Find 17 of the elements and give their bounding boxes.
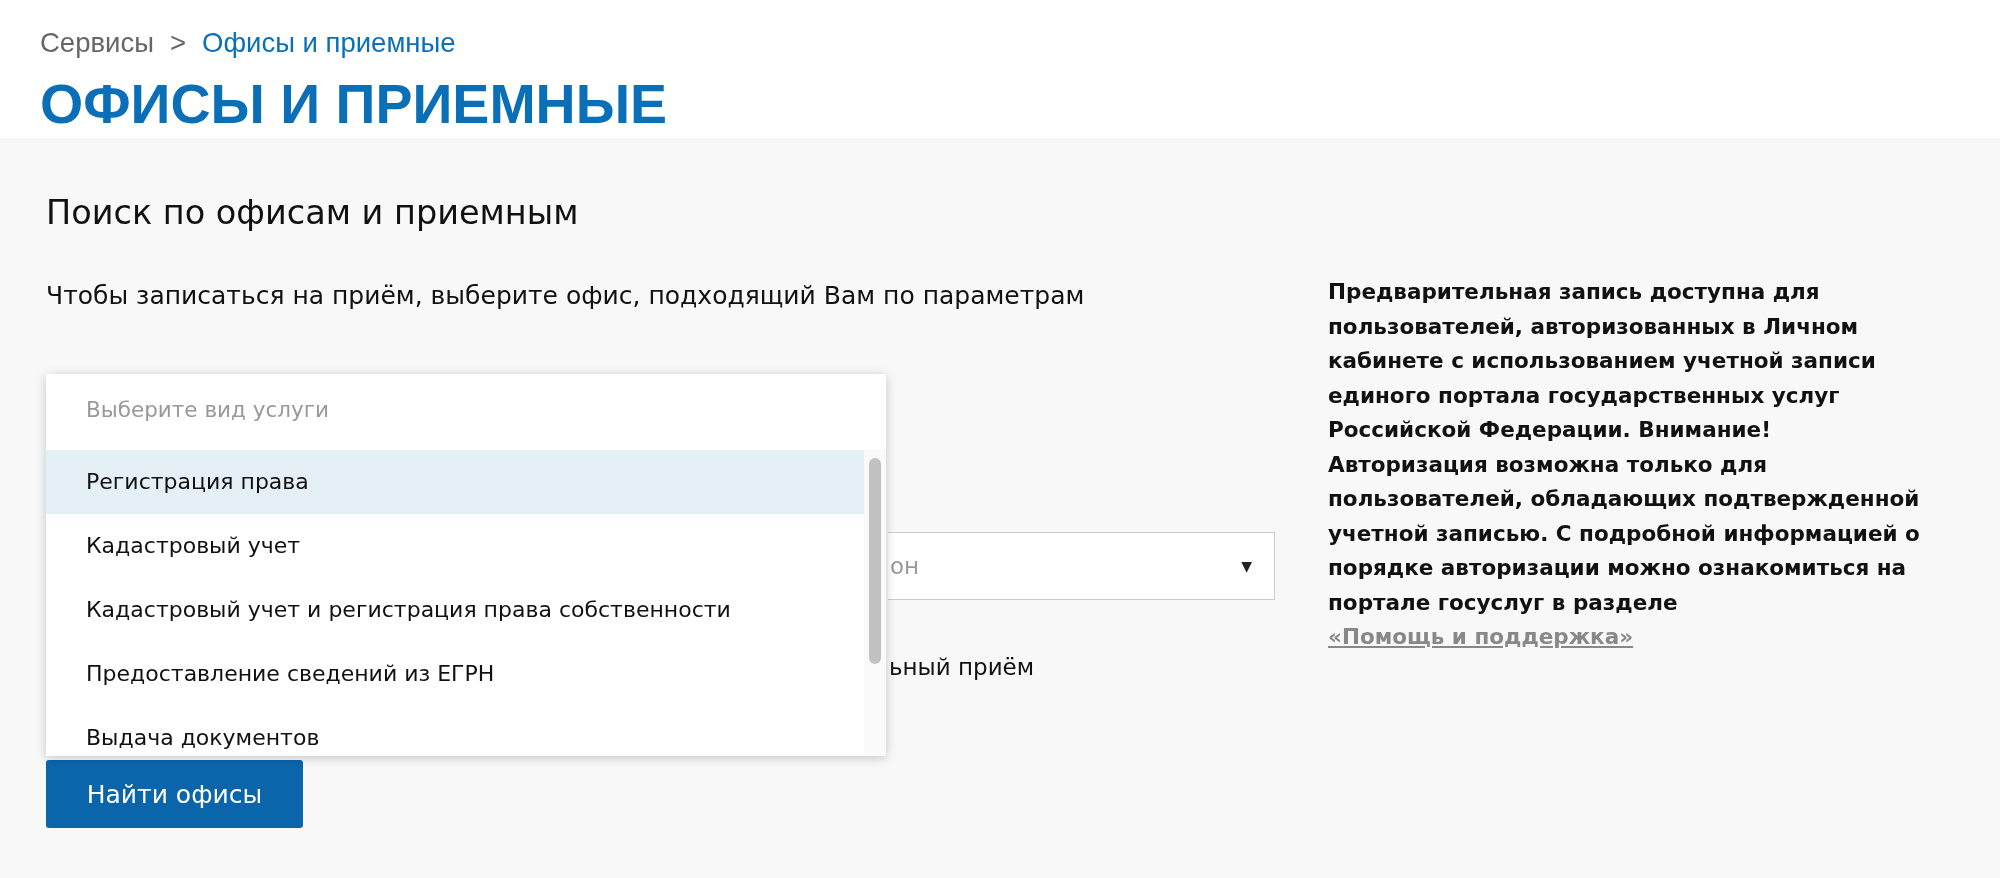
- caret-icon: ▼: [1241, 558, 1252, 574]
- dropdown-option[interactable]: Кадастровый учет и регистрация права собственности: [46, 578, 864, 642]
- breadcrumb-link[interactable]: Сервисы: [40, 27, 154, 59]
- dropdown-option[interactable]: Выдача документов: [46, 706, 864, 756]
- breadcrumb-link[interactable]: Офисы и приемные: [202, 27, 456, 59]
- info-note: Предварительная запись доступна для пользователей, авторизованных в Личном кабинете с использованием учетной записи единого портала государственных услуг Российской Федерации. Внимание! Авторизация возможна только для пользователей, обладающих подтвержденной учетной записью. С подробной информацией о порядке авторизации можно ознакомиться на портале госуслуг в разделе «Помощь и поддержка»: [1328, 278, 1921, 651]
- search-description: Чтобы записаться на приём, выберите офис, подходящий Вам по параметрам: [46, 280, 1085, 312]
- region-select[interactable]: он ▼: [888, 532, 1275, 600]
- find-offices-button[interactable]: Найти офисы: [46, 760, 303, 828]
- breadcrumb-separator: >: [169, 27, 186, 59]
- dropdown-option[interactable]: Предоставление сведений из ЕГРН: [46, 642, 864, 706]
- dropdown-option[interactable]: Регистрация права: [46, 450, 864, 514]
- appointment-option-label: ьный приём: [889, 654, 1035, 680]
- scrollbar-thumb[interactable]: [869, 458, 881, 664]
- section-heading: Поиск по офисам и приемным: [46, 193, 580, 233]
- page-title: ОФИСЫ И ПРИЕМНЫЕ: [40, 74, 669, 134]
- dropdown-option[interactable]: Кадастровый учет: [46, 514, 864, 578]
